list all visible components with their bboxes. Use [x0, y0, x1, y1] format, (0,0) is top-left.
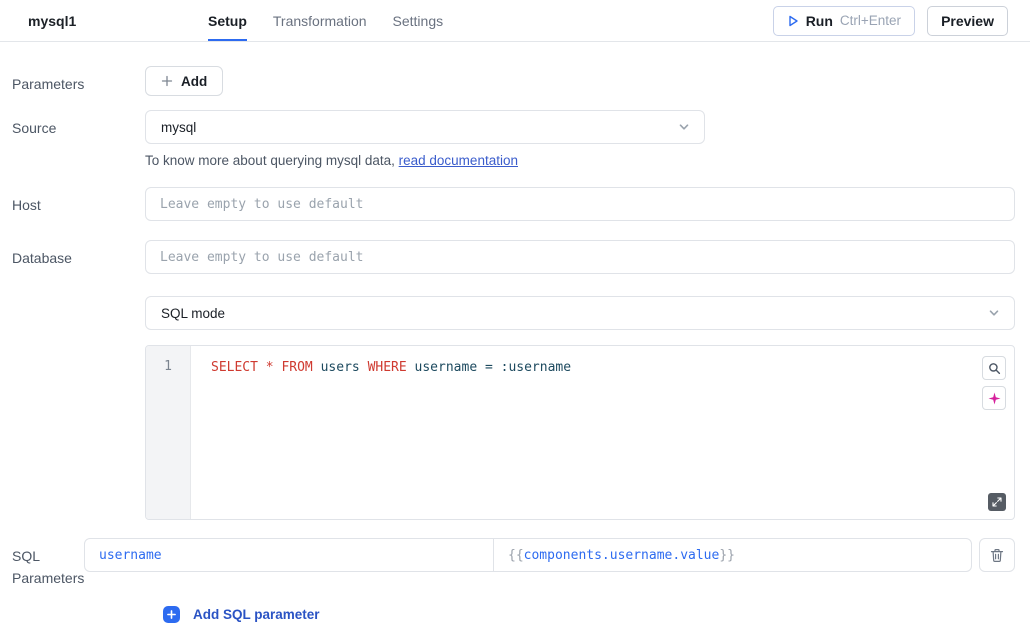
preview-button-label: Preview: [941, 13, 994, 29]
read-documentation-link[interactable]: read documentation: [399, 153, 518, 168]
source-label: Source: [12, 110, 145, 139]
sql-parameter-item: {{components.username.value}}: [84, 538, 1015, 572]
add-parameter-button[interactable]: Add: [145, 66, 223, 96]
tab-transformation[interactable]: Transformation: [273, 0, 367, 41]
run-play-icon: [787, 15, 799, 27]
tab-bar: Setup Transformation Settings: [208, 0, 443, 41]
code-area[interactable]: SELECT * FROM users WHERE username = :us…: [191, 346, 1014, 519]
delete-parameter-button[interactable]: [979, 538, 1015, 572]
host-input[interactable]: [145, 187, 1015, 221]
code-identifier-users: users: [321, 360, 368, 375]
code-keyword-where: WHERE: [368, 360, 415, 375]
query-editor-page: mysql1 Setup Transformation Settings Run…: [0, 0, 1030, 623]
source-help-text: To know more about querying mysql data, …: [145, 153, 1015, 168]
header: mysql1 Setup Transformation Settings Run…: [0, 0, 1030, 42]
host-label: Host: [12, 187, 145, 216]
editor-gutter: 1: [146, 346, 191, 519]
expand-icon: [992, 497, 1002, 507]
parameters-label: Parameters: [12, 66, 145, 95]
tab-setup[interactable]: Setup: [208, 0, 247, 41]
run-shortcut-hint: Ctrl+Enter: [840, 13, 901, 28]
host-row: Host: [12, 187, 1015, 221]
plus-square-icon: [163, 606, 180, 623]
sql-code-editor: 1 SELECT * FROM users WHERE username = :…: [145, 345, 1015, 520]
source-help-prefix: To know more about querying mysql data,: [145, 153, 399, 168]
binding-open-brace: {{: [508, 548, 524, 563]
header-actions: Run Ctrl+Enter Preview: [773, 0, 1008, 41]
search-icon: [988, 362, 1001, 375]
sparkle-icon: [988, 392, 1001, 405]
chevron-down-icon: [987, 306, 1001, 320]
trash-icon: [990, 548, 1004, 563]
editor-search-button[interactable]: [982, 356, 1006, 380]
preview-button[interactable]: Preview: [927, 6, 1008, 36]
source-row: Source mysql To know more about querying…: [12, 110, 1015, 168]
code-operator-star: *: [266, 360, 282, 375]
code-editor-row: 1 SELECT * FROM users WHERE username = :…: [12, 345, 1015, 520]
sql-mode-dropdown[interactable]: SQL mode: [145, 296, 1015, 330]
database-label: Database: [12, 240, 145, 269]
sql-parameters-label: SQL Parameters: [12, 538, 84, 589]
binding-close-brace: }}: [719, 548, 735, 563]
add-parameter-label: Add: [181, 74, 207, 89]
source-dropdown[interactable]: mysql: [145, 110, 705, 144]
code-keyword-from: FROM: [281, 360, 320, 375]
sql-mode-row: SQL mode: [12, 296, 1015, 330]
run-button-label: Run: [806, 13, 833, 29]
code-keyword-select: SELECT: [211, 360, 266, 375]
run-button[interactable]: Run Ctrl+Enter: [773, 6, 915, 36]
plus-icon: [161, 75, 173, 87]
database-input[interactable]: [145, 240, 1015, 274]
database-row: Database: [12, 240, 1015, 274]
sql-mode-selected-value: SQL mode: [161, 306, 225, 321]
source-selected-value: mysql: [161, 120, 196, 135]
tab-settings[interactable]: Settings: [393, 0, 444, 41]
add-sql-parameter-button[interactable]: Add SQL parameter: [145, 606, 320, 623]
parameters-row: Parameters Add: [12, 66, 1015, 96]
query-title[interactable]: mysql1: [28, 0, 208, 41]
add-sql-parameter-row: Add SQL parameter: [12, 606, 1015, 623]
sql-parameters-row: SQL Parameters {{components.username.val…: [12, 538, 1015, 589]
code-identifier-condition: username = :username: [415, 360, 572, 375]
setup-form: Parameters Add Source mysql: [0, 42, 1030, 623]
line-number: 1: [164, 359, 172, 374]
add-sql-parameter-label: Add SQL parameter: [193, 607, 320, 622]
editor-expand-button[interactable]: [988, 493, 1006, 511]
binding-expression: components.username.value: [524, 548, 720, 563]
chevron-down-icon: [677, 120, 691, 134]
editor-ai-assist-button[interactable]: [982, 386, 1006, 410]
parameter-key-input[interactable]: [84, 538, 494, 572]
parameter-value-input[interactable]: {{components.username.value}}: [493, 538, 972, 572]
